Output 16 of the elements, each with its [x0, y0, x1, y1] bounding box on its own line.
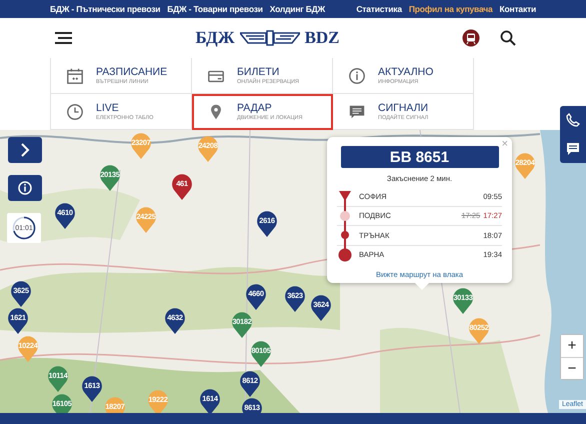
zoom-out-button[interactable]: −	[561, 356, 583, 379]
menu-title: LIVE	[96, 102, 120, 114]
top-link[interactable]: Профил на купувача	[408, 4, 493, 14]
menu-title: РАДАР	[237, 102, 273, 114]
top-link[interactable]: Холдинг БДЖ	[270, 4, 326, 14]
logo-text: BDZ	[304, 28, 340, 48]
menu-title: АКТУАЛНО	[378, 66, 434, 78]
menu-title: СИГНАЛИ	[378, 102, 428, 114]
top-link[interactable]: Контакти	[500, 4, 536, 14]
top-link[interactable]: БДЖ - Товарни превози	[167, 4, 263, 14]
train-number: БВ 8651	[340, 146, 498, 168]
top-link[interactable]: Статистика	[356, 4, 402, 14]
logo-text: БДЖ	[195, 28, 235, 48]
top-link[interactable]: БДЖ - Пътнически превози	[50, 4, 160, 14]
menu-title: РАЗПИСАНИЕ	[96, 66, 168, 78]
menu-title: БИЛЕТИ	[237, 66, 280, 78]
